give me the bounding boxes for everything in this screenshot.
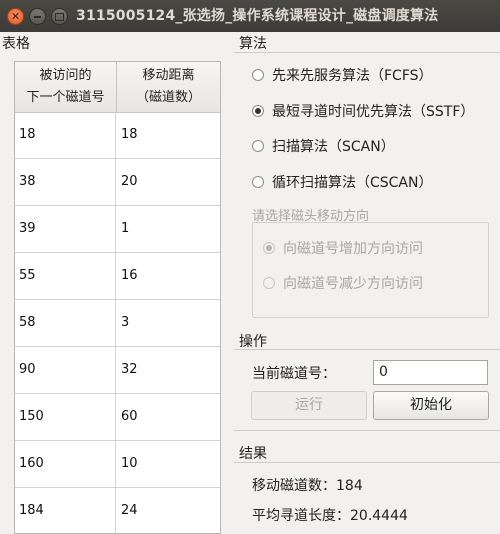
radio-circle-icon[interactable] [263,277,275,289]
result-group-top-divider [234,430,500,431]
table-cell[interactable]: 60 [117,394,220,440]
table-header: 被访问的 下一个磁道号 移动距离 （磁道数） [15,62,220,113]
table-cell[interactable]: 90 [15,347,116,393]
radio-circle-icon[interactable] [252,69,264,81]
title-bar: ✕ 3115005124_张选扬_操作系统课程设计_磁盘调度算法 [0,0,500,32]
radio-circle-icon[interactable] [252,176,264,188]
radio-fcfs-label: 先来先服务算法（FCFS） [272,68,433,84]
table-body: 18 18 38 20 39 1 55 16 58 3 90 32 150 60 160 10 … [15,112,220,533]
algorithm-group-label: 算法 [239,36,267,52]
table-cell[interactable]: 1 [117,206,220,252]
radio-direction-decrease[interactable]: 向磁道号减少方向访问 [263,272,423,294]
table-row[interactable]: 160 10 [15,441,220,488]
table-cell[interactable]: 160 [15,441,116,487]
table-cell[interactable]: 55 [15,253,116,299]
avg-seek-text: 平均寻道长度：20.4444 [252,508,408,524]
table-group-label: 表格 [2,36,30,52]
radio-direction-decrease-label: 向磁道号减少方向访问 [283,276,423,292]
radio-cscan-label: 循环扫描算法（CSCAN） [272,175,433,191]
radio-direction-increase-label: 向磁道号增加方向访问 [283,241,423,257]
table-cell[interactable]: 18 [117,112,220,158]
close-icon[interactable]: ✕ [7,8,24,25]
result-group-label: 结果 [239,446,267,462]
table-row[interactable]: 184 24 [15,488,220,533]
current-track-label: 当前磁道号： [252,366,336,382]
table-cell[interactable]: 184 [15,488,116,533]
radio-scan-label: 扫描算法（SCAN） [272,139,395,155]
table-row[interactable]: 150 60 [15,394,220,441]
init-button[interactable]: 初始化 [373,391,489,420]
radio-fcfs[interactable]: 先来先服务算法（FCFS） [252,64,433,86]
radio-sstf[interactable]: 最短寻道时间优先算法（SSTF） [252,100,474,122]
radio-scan[interactable]: 扫描算法（SCAN） [252,135,395,157]
radio-checked-icon[interactable] [252,105,264,117]
algorithm-group-divider [234,52,500,53]
table-cell[interactable]: 39 [15,206,116,252]
table-cell[interactable]: 10 [117,441,220,487]
table-cell[interactable]: 3 [117,300,220,346]
column-header-move-distance-line1: 移动距离 [142,68,195,83]
column-header-move-distance[interactable]: 移动距离 （磁道数） [117,62,220,112]
run-button[interactable]: 运行 [251,391,367,420]
radio-checked-icon[interactable] [263,242,275,254]
operation-group-divider [234,349,500,350]
window-title: 3115005124_张选扬_操作系统课程设计_磁盘调度算法 [76,8,439,24]
table-row[interactable]: 18 18 [15,112,220,159]
table-cell[interactable]: 38 [15,159,116,205]
radio-sstf-label: 最短寻道时间优先算法（SSTF） [272,104,475,120]
table-cell[interactable]: 150 [15,394,116,440]
column-header-next-track[interactable]: 被访问的 下一个磁道号 [15,62,117,112]
maximize-icon[interactable] [51,8,68,25]
table-row[interactable]: 90 32 [15,347,220,394]
table-cell[interactable]: 32 [117,347,220,393]
table-cell[interactable]: 18 [15,112,116,158]
moved-tracks-text: 移动磁道数：184 [252,478,363,494]
radio-circle-icon[interactable] [252,140,264,152]
minimize-icon[interactable] [29,8,46,25]
track-table[interactable]: 被访问的 下一个磁道号 移动距离 （磁道数） 18 18 38 20 39 1 55 1… [14,61,221,534]
table-cell[interactable]: 20 [117,159,220,205]
radio-cscan[interactable]: 循环扫描算法（CSCAN） [252,171,433,193]
table-cell[interactable]: 16 [117,253,220,299]
table-row[interactable]: 39 1 [15,206,220,253]
operation-group-label: 操作 [239,334,267,350]
table-row[interactable]: 38 20 [15,159,220,206]
radio-direction-increase[interactable]: 向磁道号增加方向访问 [263,237,423,259]
current-track-input[interactable]: 0 [373,360,488,385]
table-cell[interactable]: 24 [117,488,220,533]
table-row[interactable]: 55 16 [15,253,220,300]
column-header-next-track-line2: 下一个磁道号 [26,90,105,105]
column-header-move-distance-line2: （磁道数） [135,90,201,105]
column-header-next-track-line1: 被访问的 [39,68,92,83]
table-row[interactable]: 58 3 [15,300,220,347]
result-group-divider [234,462,500,463]
table-cell[interactable]: 58 [15,300,116,346]
